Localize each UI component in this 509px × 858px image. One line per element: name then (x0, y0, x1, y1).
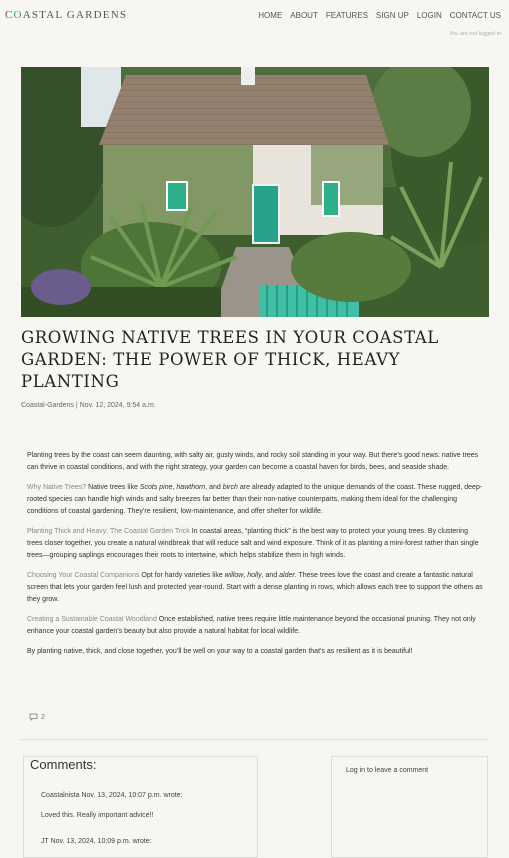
comment-count-link[interactable]: 2 (29, 713, 45, 721)
post-meta: Coastal-Gardens | Nov. 12, 2024, 9:54 a.… (21, 402, 156, 409)
comment-login-panel: Log in to leave a comment (331, 756, 488, 858)
section-text: Native trees like (86, 484, 140, 491)
species-name: birch (222, 484, 238, 491)
section-lead: Creating a Sustainable Coastal Woodland (27, 616, 157, 623)
hero-image-cottage (21, 67, 489, 317)
comment-author-meta: Coastalnista Nov. 13, 2024, 10:07 p.m. w… (41, 792, 183, 799)
logo-accent-letter: O (13, 9, 23, 21)
site-header: COASTAL GARDENS HOME ABOUT FEATURES SIGN… (0, 0, 509, 37)
site-logo[interactable]: COASTAL GARDENS (5, 9, 127, 21)
section-companions: Choosing Your Coastal Companions Opt for… (27, 570, 485, 606)
nav-home[interactable]: HOME (258, 11, 282, 20)
section-lead: Planting Thick and Heavy: The Coastal Ga… (27, 528, 190, 535)
species-name: willow (224, 572, 244, 579)
section-text: , and (261, 572, 280, 579)
section-lead: Choosing Your Coastal Companions (27, 572, 140, 579)
logo-prefix: C (5, 9, 14, 21)
section-why-native: Why Native Trees? Native trees like Scot… (27, 482, 485, 518)
section-woodland: Creating a Sustainable Coastal Woodland … (27, 614, 485, 638)
section-text: , and (205, 484, 223, 491)
species-name: alder (279, 572, 295, 579)
section-lead: Why Native Trees? (27, 484, 87, 491)
section-text: Opt for hardy varieties like (139, 572, 225, 579)
nav-sign-up[interactable]: SIGN UP (376, 11, 409, 20)
comments-panel: Comments: Coastalnista Nov. 13, 2024, 10… (23, 756, 258, 858)
species-name: holly (247, 572, 262, 579)
login-to-comment-link[interactable]: Log in to leave a comment (346, 767, 428, 774)
post-body: Planting trees by the coast can seem dau… (27, 450, 485, 666)
nav-features[interactable]: FEATURES (326, 11, 368, 20)
login-status: You are not logged in (449, 31, 501, 37)
post-closing: By planting native, thick, and close tog… (27, 648, 413, 655)
comment-count: 2 (41, 713, 45, 721)
nav-about[interactable]: ABOUT (290, 11, 318, 20)
comment-body: Loved this. Really important advice!! (41, 812, 154, 819)
nav-login[interactable]: LOGIN (417, 11, 442, 20)
main-nav: HOME ABOUT FEATURES SIGN UP LOGIN CONTAC… (258, 11, 501, 20)
post-intro: Planting trees by the coast can seem dau… (27, 452, 479, 471)
nav-contact-us[interactable]: CONTACT US (450, 11, 501, 20)
logo-rest: ASTAL GARDENS (22, 9, 128, 21)
comment-bubble-icon (29, 713, 38, 721)
section-planting-thick: Planting Thick and Heavy: The Coastal Ga… (27, 526, 485, 562)
divider (21, 739, 489, 740)
post-title: Growing Native Trees in Your Coastal Gar… (21, 328, 439, 391)
cottage-illustration (21, 67, 489, 317)
comments-heading: Comments: (30, 757, 97, 772)
species-name: hawthorn (176, 484, 206, 491)
species-name: Scots pine (139, 484, 173, 491)
